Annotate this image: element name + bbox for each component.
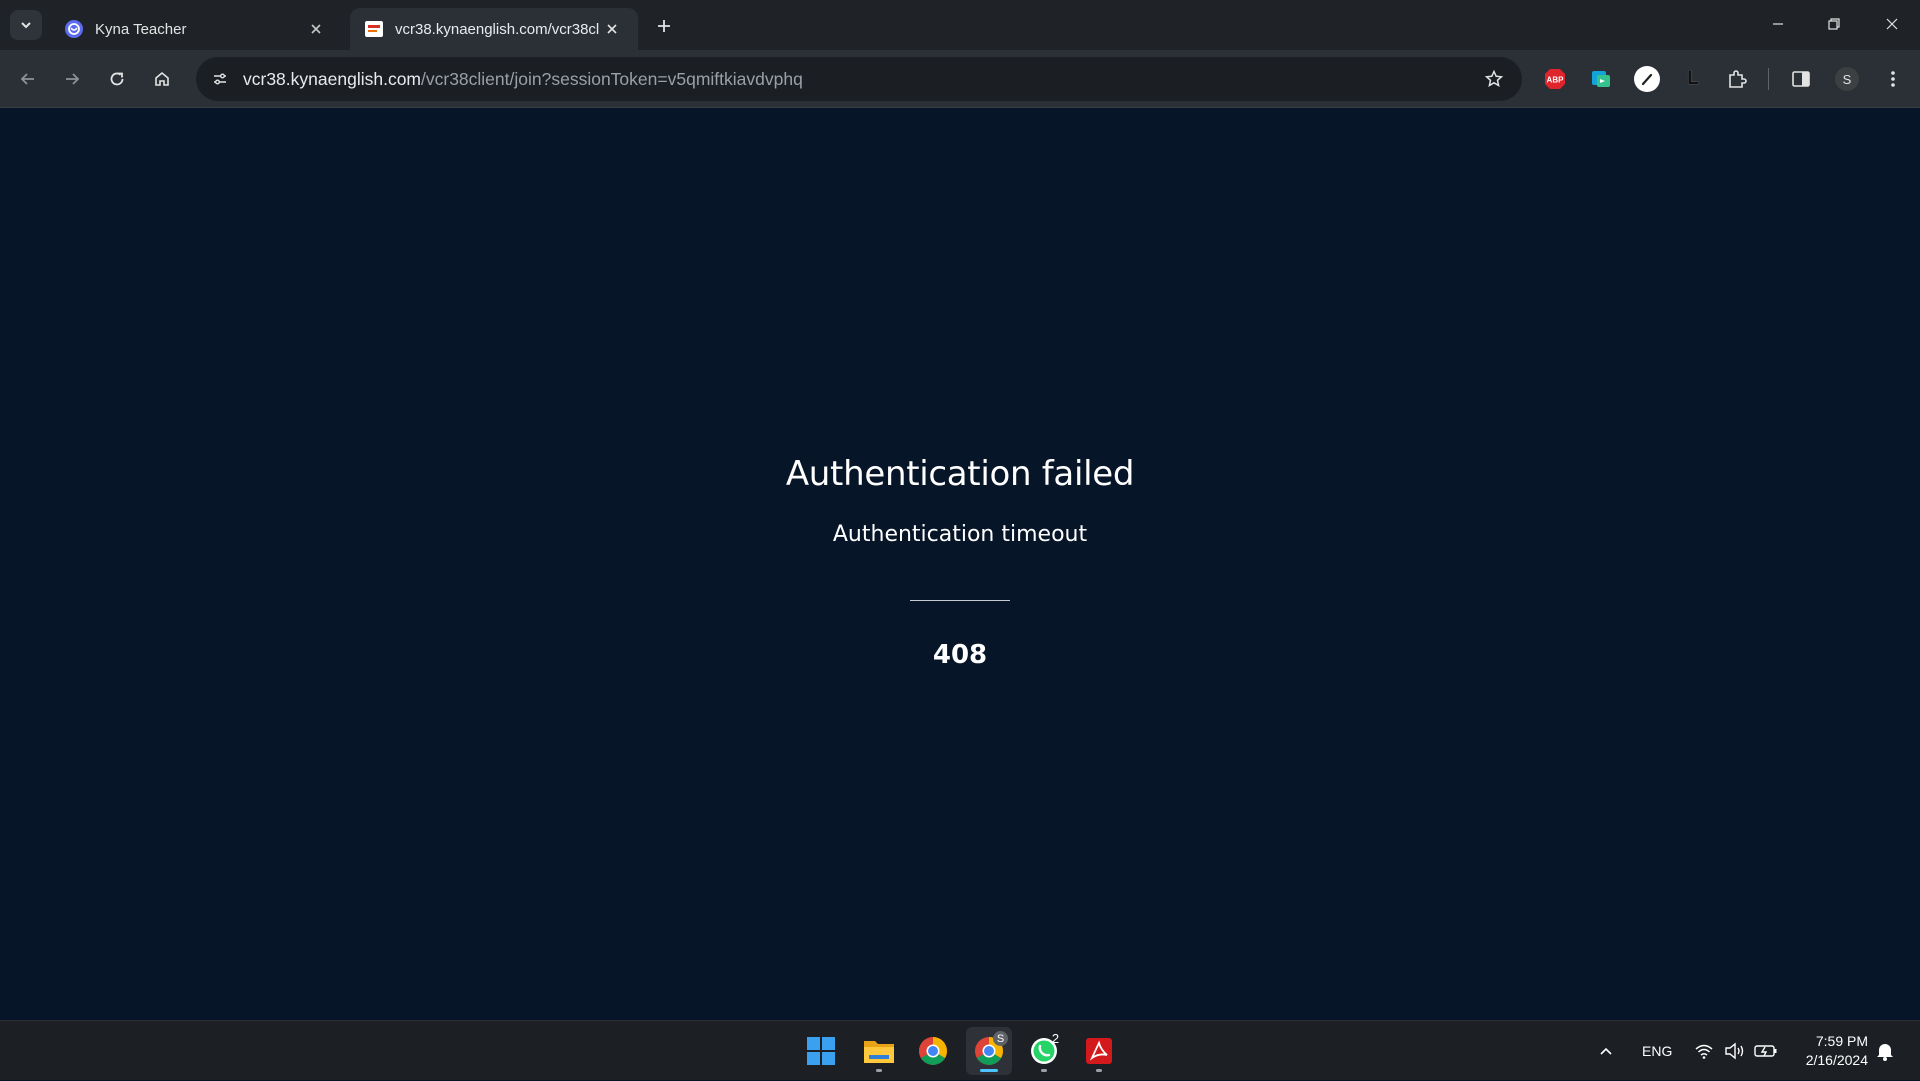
adblock-plus-icon[interactable]: ABP [1540,64,1570,94]
show-hidden-icons-button[interactable] [1598,1021,1614,1081]
tab-title: Kyna Teacher [95,20,187,38]
browser-toolbar: vcr38.kynaenglish.com/vcr38client/join?s… [0,50,1920,108]
wifi-icon[interactable] [1694,1021,1714,1081]
file-explorer-icon[interactable] [856,1027,902,1075]
acrobat-icon[interactable] [1076,1027,1122,1075]
tab-vcr38[interactable]: vcr38.kynaenglish.com/vcr38client/join?s… [350,8,638,50]
error-title: Authentication failed [785,454,1135,494]
profile-initial: S [1835,67,1859,91]
minimize-icon [1773,23,1783,25]
back-button[interactable] [12,63,44,95]
clock-time: 7:59 PM [1815,1033,1868,1049]
profile-avatar[interactable]: S [1832,64,1862,94]
abp-label: ABP [1547,76,1565,85]
error-divider [910,600,1010,601]
running-indicator [876,1069,882,1072]
restore-button[interactable] [1806,0,1862,48]
url-path: /vcr38client/join?sessionToken=v5qmiftki… [421,68,803,89]
toolbar-divider [1768,68,1769,90]
close-tab-icon[interactable] [304,17,328,41]
kyna-site-icon [364,19,384,39]
active-indicator [980,1069,998,1072]
chevron-down-icon [21,22,31,29]
extensions-puzzle-icon[interactable] [1722,64,1752,94]
home-button[interactable] [146,63,178,95]
arrow-left-icon [20,73,34,85]
error-message: Authentication timeout [832,522,1088,547]
chevron-up-icon [1600,1047,1612,1055]
url-text[interactable]: vcr38.kynaenglish.com/vcr38client/join?s… [243,69,803,90]
url-host: vcr38.kynaenglish.com [243,68,421,89]
pen-extension-icon[interactable] [1632,64,1662,94]
running-indicator [1041,1069,1047,1072]
home-icon [155,71,169,86]
site-settings-icon[interactable] [203,62,237,96]
running-indicator [1096,1069,1102,1072]
whatsapp-icon[interactable]: 2 [1021,1027,1067,1075]
tab-strip: Kyna Teacher vcr38.kynaenglish.com/vcr38… [0,0,1920,50]
restore-icon [1828,18,1840,30]
reload-button[interactable] [101,63,133,95]
close-icon [1886,18,1898,30]
browser-menu-button[interactable] [1878,64,1908,94]
language-indicator[interactable]: ENG [1642,1021,1672,1081]
translate-extension-icon[interactable] [1586,64,1616,94]
close-tab-icon[interactable] [600,17,624,41]
bookmark-star-icon[interactable] [1482,67,1506,91]
l-extension-icon[interactable]: L [1678,64,1708,94]
kyna-icon [64,19,84,39]
forward-button[interactable] [56,63,88,95]
windows-start-icon[interactable] [798,1027,844,1075]
profile-badge: S [993,1031,1008,1046]
clock-date: 2/16/2024 [1805,1052,1868,1068]
tab-kyna-teacher[interactable]: Kyna Teacher [50,8,342,50]
minimize-button[interactable] [1750,0,1806,48]
new-tab-button[interactable] [650,12,678,40]
chrome-icon[interactable] [910,1027,956,1075]
reload-icon [110,72,124,86]
system-clock[interactable]: 7:59 PM 2/16/2024 [1806,1032,1868,1070]
plus-icon [658,20,670,32]
error-code: 408 [932,640,988,670]
volume-icon[interactable] [1724,1021,1746,1081]
address-bar[interactable]: vcr38.kynaenglish.com/vcr38client/join?s… [196,57,1522,101]
l-extension-label: L [1687,68,1699,90]
tab-search-button[interactable] [10,10,42,40]
arrow-right-icon [66,73,80,85]
battery-icon[interactable] [1754,1021,1778,1081]
notification-bell-icon[interactable] [1876,1021,1894,1081]
windows-taskbar: S 2 ENG 7:59 PM 2/16/2024 [0,1020,1920,1080]
side-panel-icon[interactable] [1786,64,1816,94]
tab-title: vcr38.kynaenglish.com/vcr38client/join?s… [395,20,600,38]
page-content: Authentication failed Authentication tim… [0,108,1920,1020]
more-vert-icon [1891,71,1895,87]
notification-badge: 2 [1051,1031,1060,1046]
chrome-profile-icon[interactable]: S [966,1027,1012,1075]
close-window-button[interactable] [1864,0,1920,48]
